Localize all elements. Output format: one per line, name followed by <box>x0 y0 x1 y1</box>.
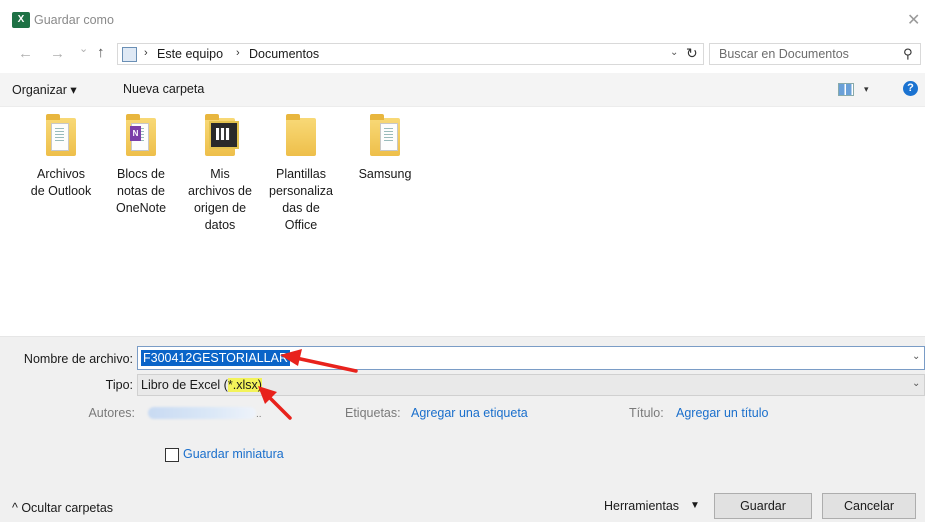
annotation-arrow-filename <box>280 349 358 373</box>
annotation-overlay <box>258 349 358 420</box>
annotation-arrow-type <box>258 386 292 420</box>
